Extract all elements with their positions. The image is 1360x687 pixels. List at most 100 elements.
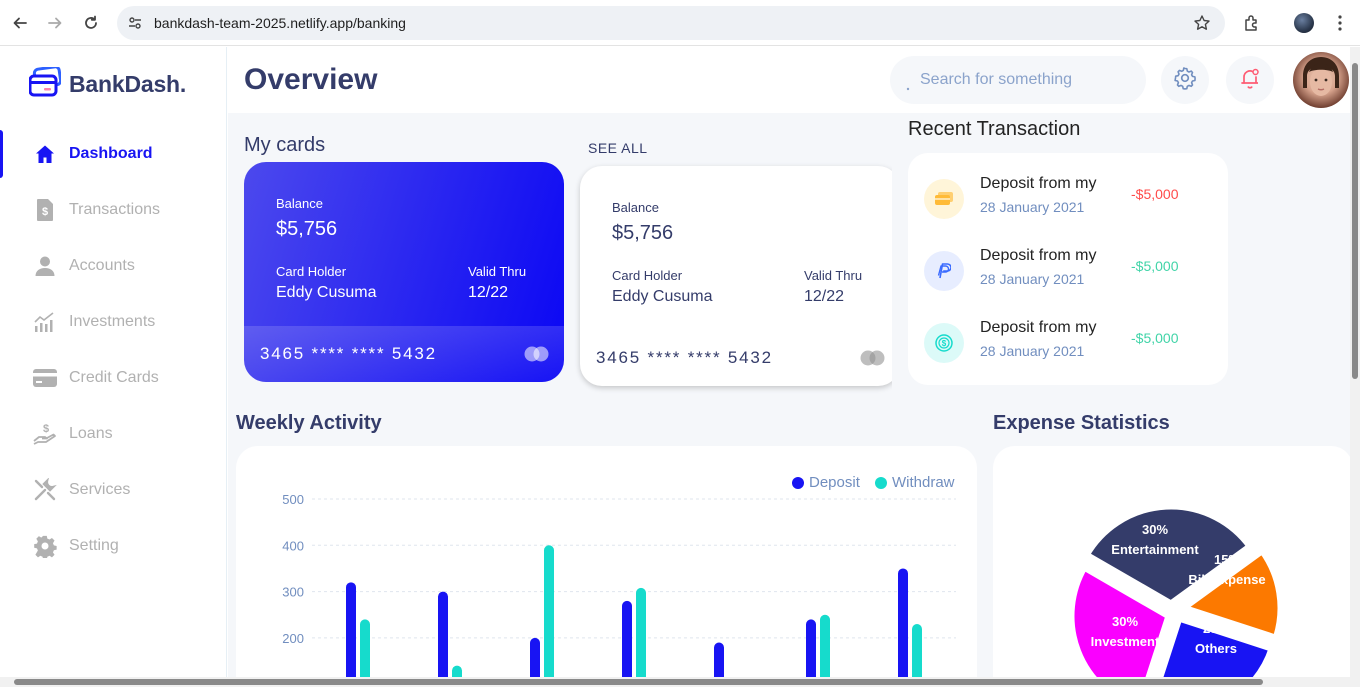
card-number: 3465 **** **** 5432 [596,348,773,367]
settings-button[interactable] [1161,56,1209,104]
pie-category-label: Others [1195,641,1237,656]
back-icon[interactable] [8,11,32,35]
my-cards-section: My cards SEE ALL Balance $5,756 Card Hol… [228,113,892,403]
bar-deposit-6[interactable] [898,568,908,687]
user-avatar[interactable] [1293,52,1349,108]
see-all-link[interactable]: SEE ALL [588,140,648,156]
balance-label: Balance [612,200,659,215]
kebab-menu-icon[interactable] [1328,11,1352,35]
site-info-icon[interactable] [127,15,143,31]
bookmark-star-icon[interactable] [1193,14,1211,32]
sidebar: BankDash. Dashboard $ Transactions Accou… [0,47,227,687]
y-tick-label: 300 [282,585,304,600]
sidebar-item-dashboard[interactable]: Dashboard [0,130,226,178]
page-title: Overview [244,63,378,96]
browser-profile-avatar[interactable] [1294,13,1314,33]
weekly-activity-title: Weekly Activity [236,412,382,434]
y-tick-label: 500 [282,492,304,507]
url-text: bankdash-team-2025.netlify.app/banking [154,15,406,31]
credit-card-icon [33,366,57,390]
list-item[interactable]: $ Deposit from my 28 January 2021 -$5,00… [924,319,1214,363]
sidebar-item-investments[interactable]: Investments [0,298,226,346]
notifications-button[interactable] [1226,56,1274,104]
search-input[interactable] [920,68,1130,92]
bar-withdraw-3[interactable] [636,587,646,687]
sidebar-item-accounts[interactable]: Accounts [0,242,226,290]
gear-icon [33,534,57,558]
card-holder-name: Eddy Cusuma [612,288,713,305]
recent-transactions-panel: Deposit from my 28 January 2021 -$5,000 … [908,153,1228,385]
transaction-amount: -$5,000 [1131,258,1179,274]
forward-icon[interactable] [43,11,67,35]
card-valid-date: 12/22 [468,284,509,301]
horizontal-scrollbar-thumb[interactable] [14,679,1263,685]
bell-icon [1238,66,1262,95]
user-icon [33,254,57,278]
valid-thru-label: Valid Thru [804,268,863,283]
recent-transaction-title: Recent Transaction [908,118,1081,140]
transaction-date: 28 January 2021 [980,271,1085,287]
brand-name: BankDash. [69,71,187,97]
sidebar-item-label: Setting [69,537,119,554]
brand-logo[interactable]: BankDash. [28,65,187,102]
sidebar-item-label: Accounts [69,257,135,274]
card-footer: 3465 **** **** 5432 [580,330,892,386]
expense-statistics-chart: 30% Entertainment 15% Bill Expense 25% Others… [993,446,1353,687]
vertical-scrollbar-thumb[interactable] [1352,63,1358,379]
transactions-icon: $ [33,198,57,222]
svg-text:$: $ [43,423,49,435]
extensions-icon[interactable] [1240,11,1264,35]
main-content: My cards SEE ALL Balance $5,756 Card Hol… [228,113,1353,687]
pie-pct-label: 30% [1142,522,1168,537]
transaction-title: Deposit from my [980,319,1097,336]
investments-icon [33,310,57,334]
pie-category-label: Investment [1091,634,1160,649]
sidebar-item-label: Dashboard [69,145,153,162]
pie-category-label: Bill Expense [1188,572,1265,587]
sidebar-item-label: Credit Cards [69,369,159,386]
vertical-scrollbar[interactable] [1350,47,1360,677]
sidebar-item-loans[interactable]: $ Loans [0,410,226,458]
bar-deposit-0[interactable] [346,582,356,687]
list-item[interactable]: Deposit from my 28 January 2021 -$5,000 [924,175,1214,219]
loan-icon: $ [33,422,57,446]
card-balance: $5,756 [612,222,674,244]
y-tick-label: 200 [282,631,304,646]
sidebar-item-services[interactable]: Services [0,466,226,514]
valid-thru-label: Valid Thru [468,264,527,279]
sidebar-item-label: Services [69,481,131,498]
card-number: 3465 **** **** 5432 [260,344,437,363]
y-tick-label: 400 [282,538,304,553]
pie-pct-label: 25% [1203,621,1229,636]
horizontal-scrollbar[interactable] [0,677,1360,687]
transaction-amount: -$5,000 [1131,330,1179,346]
card-balance: $5,756 [276,218,338,240]
reload-icon[interactable] [79,11,103,35]
card-holder-label: Card Holder [276,264,347,279]
sidebar-item-label: Loans [69,425,113,442]
credit-card-primary[interactable]: Balance $5,756 Card Holder Eddy Cusuma V… [244,162,564,382]
list-item[interactable]: Deposit from my 28 January 2021 -$5,000 [924,247,1214,291]
search-box[interactable] [890,56,1146,104]
credit-card-logo-icon [28,65,63,102]
home-icon [33,142,57,166]
svg-text:$: $ [942,339,947,348]
sidebar-item-transactions[interactable]: $ Transactions [0,186,226,234]
transaction-date: 28 January 2021 [980,343,1085,359]
browser-toolbar: bankdash-team-2025.netlify.app/banking [0,0,1360,46]
card-holder-label: Card Holder [612,268,683,283]
paypal-icon [924,251,964,291]
transaction-amount: -$5,000 [1131,186,1179,202]
search-icon [906,78,910,91]
card-icon [924,179,964,219]
bar-deposit-3[interactable] [622,600,632,687]
sidebar-item-setting[interactable]: Setting [0,522,226,570]
pie-pct-label: 30% [1112,614,1138,629]
sidebar-item-credit-cards[interactable]: Credit Cards [0,354,226,402]
bar-deposit-1[interactable] [438,591,448,687]
transaction-title: Deposit from my [980,175,1097,192]
address-bar[interactable]: bankdash-team-2025.netlify.app/banking [117,6,1225,40]
dollar-coin-icon: $ [924,323,964,363]
credit-card-secondary[interactable]: Balance $5,756 Card Holder Eddy Cusuma V… [580,166,892,386]
bar-withdraw-2[interactable] [544,545,554,687]
